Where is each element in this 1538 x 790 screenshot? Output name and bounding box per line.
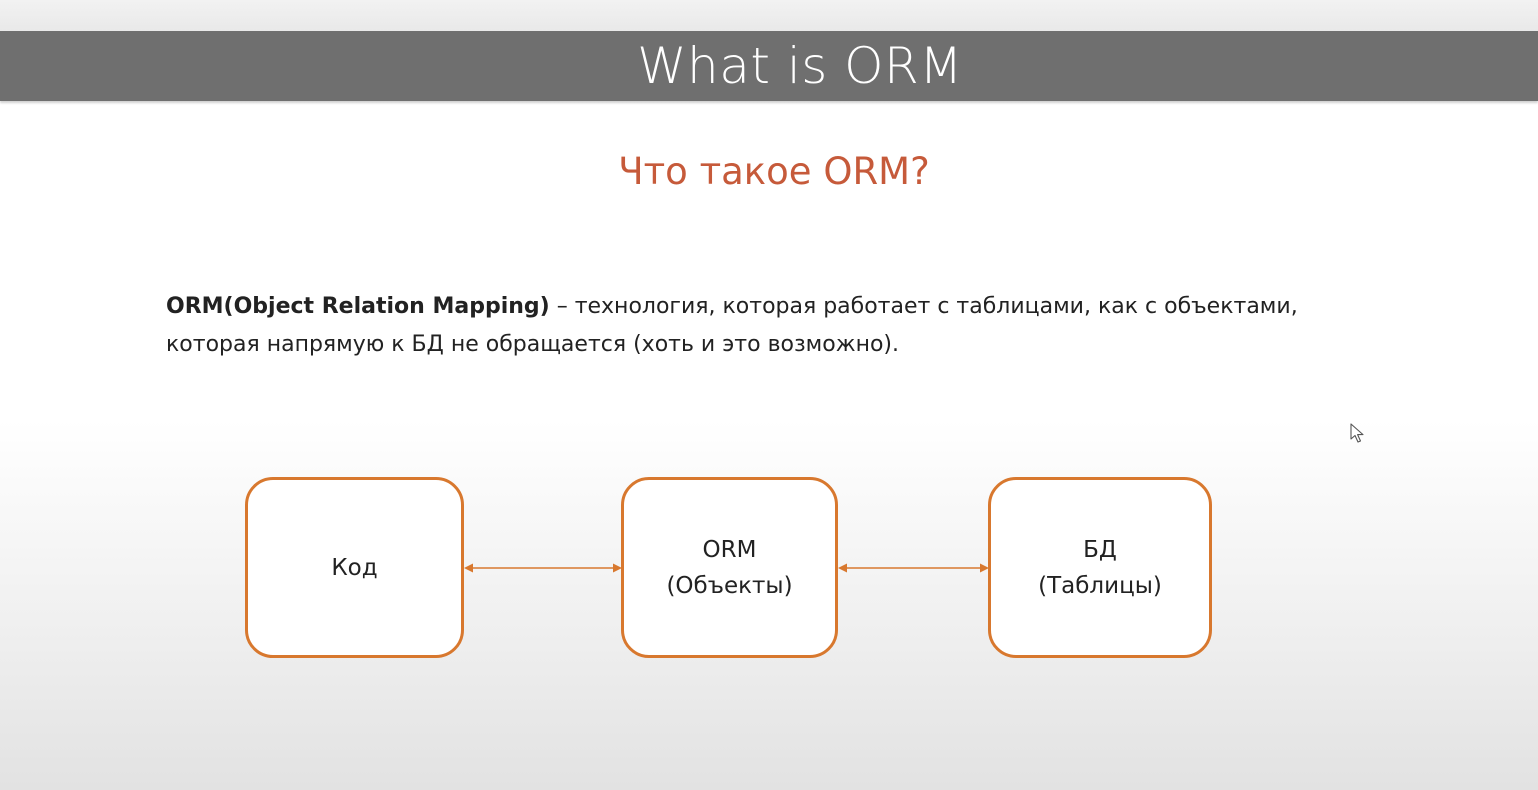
code-box-label: Код [331,554,378,581]
orm-db-arrow [838,563,989,573]
orm-box-line2: (Объекты) [666,572,793,599]
slide-subtitle: Что такое ORM? [618,150,930,193]
db-box: БД (Таблицы) [988,477,1212,658]
code-orm-arrow [464,563,622,573]
orm-box: ORM (Объекты) [621,477,838,658]
definition-text: ORM(Object Relation Mapping) – технологи… [166,288,1406,364]
definition-term: ORM(Object Relation Mapping) [166,294,550,319]
definition-line1: – технология, которая работает с таблица… [549,294,1298,319]
top-strip [0,0,1538,32]
definition-line2: которая напрямую к БД не обращается (хот… [166,332,899,357]
orm-box-line1: ORM [702,536,757,563]
code-box: Код [245,477,464,658]
db-box-line2: (Таблицы) [1038,572,1162,599]
db-box-line1: БД [1083,536,1117,563]
slide-screen: What is ORM Что такое ORM? ORM(Object Re… [0,0,1538,790]
slide-title: What is ORM [637,37,963,95]
mouse-pointer-icon [1350,423,1364,443]
title-bar: What is ORM [0,31,1538,101]
